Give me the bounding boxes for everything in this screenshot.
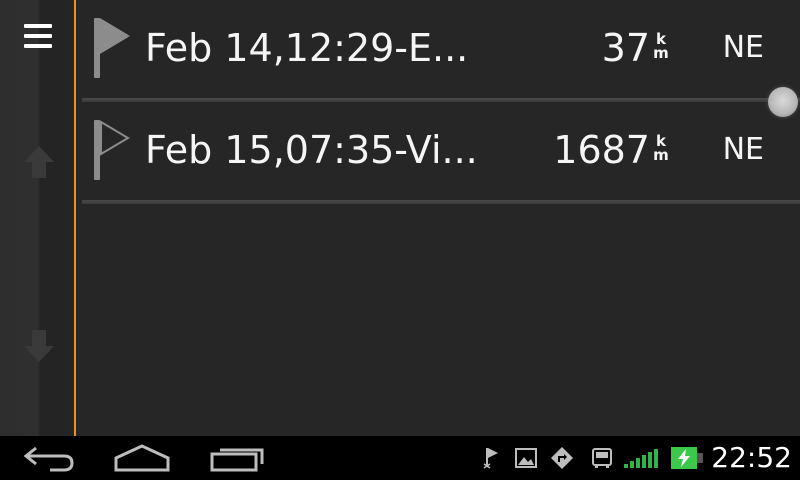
home-icon[interactable]: [112, 442, 172, 474]
distance-unit: km: [652, 32, 670, 62]
item-title: Feb 15,07:35-Vi...: [145, 128, 478, 172]
arrow-down-icon[interactable]: [22, 326, 56, 366]
unit-bottom: m: [653, 44, 669, 62]
bus-notification-icon: [590, 446, 614, 470]
item-title: Feb 14,12:29-E...: [145, 26, 469, 70]
row-divider: [82, 200, 800, 204]
scroll-thumb[interactable]: [768, 87, 798, 117]
system-bar: 22:52: [0, 436, 800, 480]
distance-value: 1687: [553, 128, 650, 172]
list-item[interactable]: Feb 14,12:29-E... 37 k m NE: [76, 0, 800, 100]
unit-bottom: m: [653, 146, 669, 164]
signal-icon: [624, 446, 662, 470]
arrow-up-icon[interactable]: [22, 142, 56, 182]
hamburger-menu-icon[interactable]: [18, 18, 58, 58]
item-distance: 1687 k m: [553, 126, 670, 174]
recent-apps-icon[interactable]: [208, 442, 268, 474]
list-item[interactable]: Feb 15,07:35-Vi... 1687 k m NE: [76, 102, 800, 202]
back-icon[interactable]: [20, 442, 80, 474]
status-clock: 22:52: [711, 441, 792, 474]
distance-unit: km: [652, 134, 670, 164]
flag-outline-icon: [92, 118, 132, 182]
battery-charging-icon: [670, 446, 708, 470]
item-direction: NE: [722, 30, 764, 65]
navigation-notification-icon: [550, 446, 574, 470]
distance-value: 37: [601, 26, 650, 70]
flag-notification-icon: [480, 446, 504, 470]
app-window: Feb 14,12:29-E... 37 k m NE Feb 15,07:35-V…: [0, 0, 800, 480]
side-rail: [0, 0, 74, 436]
flag-filled-icon: [92, 16, 132, 80]
image-notification-icon: [514, 446, 538, 470]
item-direction: NE: [722, 132, 764, 167]
item-distance: 37 k m: [602, 24, 670, 72]
track-list: Feb 14,12:29-E... 37 k m NE Feb 15,07:35-V…: [76, 0, 800, 436]
